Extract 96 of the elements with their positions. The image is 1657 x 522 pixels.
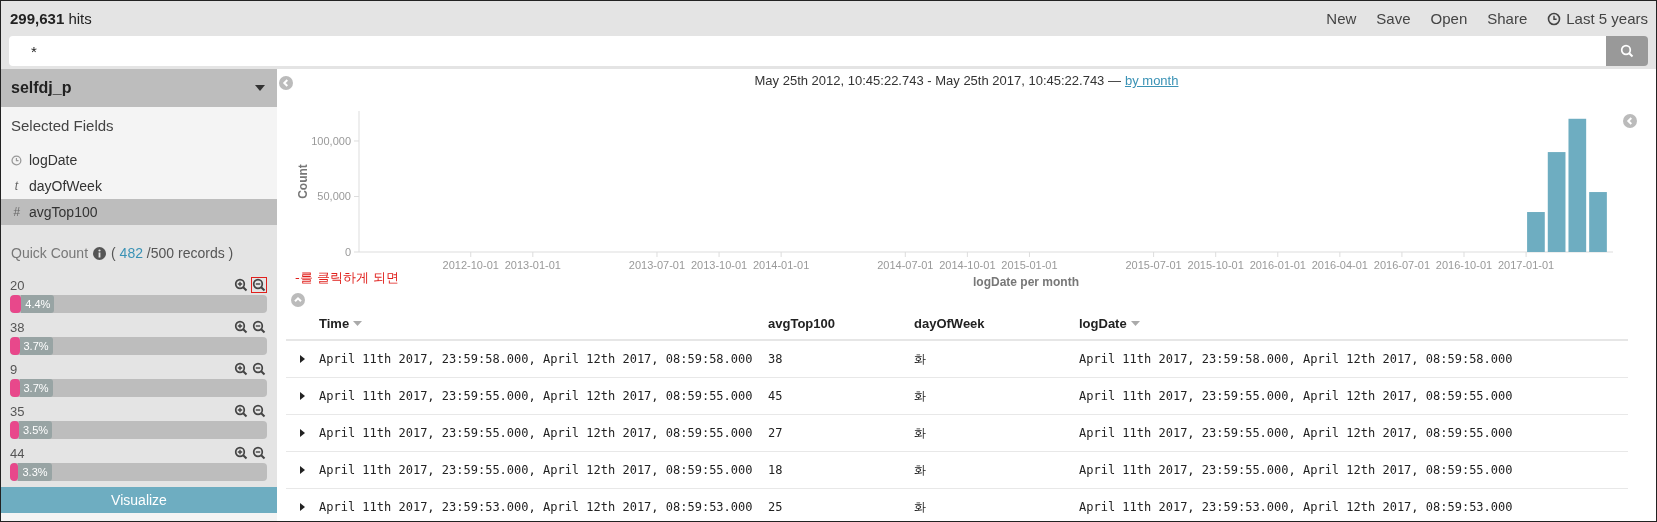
tick-label: 2016-07-01 <box>1373 259 1431 271</box>
table-cell: 25 <box>768 489 914 521</box>
section-title: Selected Fields <box>10 115 115 136</box>
tick-label: 2015-01-01 <box>1001 259 1058 271</box>
tick-label: 100,000 <box>311 135 351 147</box>
caret-icon <box>255 85 265 91</box>
tick-label: 2013-07-01 <box>628 259 686 271</box>
section-title: Quick Count <box>11 245 89 261</box>
table-cell: 화 <box>914 489 1079 521</box>
tick-label: 2015-07-01 <box>1125 259 1182 271</box>
hit-count: 299,631 hits <box>10 10 92 27</box>
search-button[interactable] <box>1606 36 1648 66</box>
tick-label: 2014-10-01 <box>939 259 996 271</box>
zoom-out-icon[interactable] <box>251 361 267 377</box>
table-cell: April 11th 2017, 23:59:55.000, April 12th 2017, 08:59:55.000 <box>1079 415 1628 452</box>
field-value: 20 <box>10 277 25 293</box>
zoom-out-icon[interactable] <box>251 319 267 335</box>
date-range: May 25th 2012, 10:45:22.743 - May 25th 2017, 10:45:22.743 — <box>754 73 1121 88</box>
tick-label: 2014-01-01 <box>753 259 810 271</box>
table-cell: 45 <box>768 378 914 415</box>
tick-label: 0 <box>344 246 351 258</box>
expand-icon[interactable] <box>300 429 305 437</box>
zoom-out-icon[interactable] <box>251 403 267 419</box>
percent-label: 3.3% <box>18 463 52 481</box>
table-cell: 화 <box>914 378 1079 415</box>
expand-icon[interactable] <box>300 466 305 474</box>
axis-title: logDate per month <box>973 275 1079 289</box>
column-header[interactable]: avgTop100 <box>768 308 914 341</box>
percent-label: 3.7% <box>19 337 53 355</box>
table-cell: April 11th 2017, 23:59:55.000, April 12th 2017, 08:59:55.000 <box>319 452 768 489</box>
zoom-out-icon[interactable] <box>251 445 267 461</box>
table-cell: April 11th 2017, 23:59:53.000, April 12th 2017, 08:59:53.000 <box>319 489 768 521</box>
zoom-in-icon[interactable] <box>234 278 248 292</box>
clock-icon <box>1547 11 1562 26</box>
tick-label: 2013-01-01 <box>504 259 561 271</box>
expand-icon[interactable] <box>300 355 305 363</box>
search-icon <box>1620 44 1634 58</box>
field-item[interactable]: # avgTop100 <box>1 199 277 225</box>
record-count: ( 482 /500 records ) <box>111 245 234 261</box>
table-cell: 화 <box>914 452 1079 489</box>
field-item[interactable]: logDate <box>1 147 277 173</box>
menu-button[interactable]: Save <box>1376 10 1411 27</box>
tick-label: 2012-10-01 <box>442 259 499 271</box>
expand-icon[interactable] <box>300 392 305 400</box>
table-cell: 18 <box>768 452 914 489</box>
field-value: 9 <box>10 361 18 377</box>
field-value: 44 <box>10 445 25 461</box>
type-icon: # <box>11 205 22 219</box>
interval-link[interactable]: by month <box>1124 73 1179 88</box>
column-header[interactable]: Time <box>319 308 768 341</box>
tick-label: 2015-10-01 <box>1187 259 1244 271</box>
tick-label: 2014-07-01 <box>877 259 934 271</box>
percent-label: 3.5% <box>19 421 53 439</box>
tick-label: 50,000 <box>317 190 351 203</box>
tick-label: 2016-10-01 <box>1435 259 1493 271</box>
table-cell: April 11th 2017, 23:59:55.000, April 12th 2017, 08:59:55.000 <box>1079 452 1628 489</box>
percent-label: 4.4% <box>21 295 55 313</box>
table-cell: April 11th 2017, 23:59:58.000, April 12th 2017, 08:59:58.000 <box>1079 341 1628 378</box>
time-picker-button[interactable]: Last 5 years <box>1547 10 1648 27</box>
percent-label: 3.7% <box>19 379 53 397</box>
table-cell: April 11th 2017, 23:59:55.000, April 12th 2017, 08:59:55.000 <box>319 415 768 452</box>
tick-label: 2013-10-01 <box>690 259 748 271</box>
tick-label: 2016-01-01 <box>1249 259 1306 271</box>
zoom-in-icon[interactable] <box>234 362 248 376</box>
search-field[interactable]: * <box>9 36 1606 66</box>
table-cell: April 11th 2017, 23:59:55.000, April 12th 2017, 08:59:55.000 <box>1079 378 1628 415</box>
type-icon: t <box>11 179 22 193</box>
field-value: 38 <box>10 319 25 335</box>
info-icon[interactable] <box>93 246 107 260</box>
menu-button[interactable]: Open <box>1430 10 1468 27</box>
field-item[interactable]: t dayOfWeek <box>1 173 277 199</box>
clock-icon <box>11 154 22 166</box>
zoom-in-icon[interactable] <box>234 404 248 418</box>
zoom-in-icon[interactable] <box>234 320 248 334</box>
table-cell: 화 <box>914 341 1079 378</box>
table-cell: April 11th 2017, 23:59:53.000, April 12th 2017, 08:59:53.000 <box>1079 489 1628 521</box>
sort-caret-icon <box>1130 321 1140 326</box>
zoom-in-icon[interactable] <box>234 446 248 460</box>
expand-icon[interactable] <box>300 503 305 511</box>
sort-caret-icon <box>353 321 363 326</box>
table-cell: April 11th 2017, 23:59:55.000, April 12th 2017, 08:59:55.000 <box>319 378 768 415</box>
table-cell: 27 <box>768 415 914 452</box>
column-header[interactable]: logDate <box>1079 308 1628 341</box>
table-cell: 화 <box>914 415 1079 452</box>
tick-label: 2017-01-01 <box>1497 259 1555 271</box>
menu-button[interactable]: Share <box>1487 10 1528 27</box>
menu-button[interactable]: New <box>1326 10 1357 27</box>
column-header[interactable]: dayOfWeek <box>914 308 1079 341</box>
table-cell: 38 <box>768 341 914 378</box>
annotation-text: -를 클릭하게 되면 <box>295 269 399 287</box>
axis-title: Count <box>296 164 310 199</box>
table-cell: April 11th 2017, 23:59:58.000, April 12th 2017, 08:59:58.000 <box>319 341 768 378</box>
tick-label: 2016-04-01 <box>1311 259 1368 271</box>
index-pattern-selector[interactable]: selfdj_p <box>1 69 277 107</box>
zoom-out-icon[interactable] <box>251 277 267 293</box>
field-value: 35 <box>10 403 25 419</box>
